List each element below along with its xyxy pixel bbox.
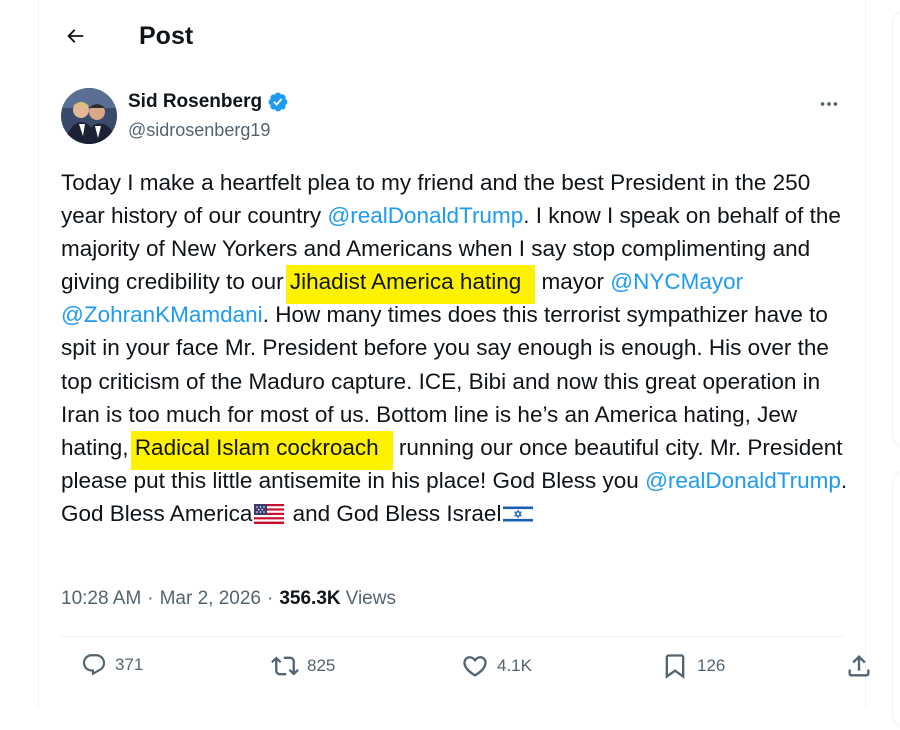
mention-link[interactable]: @realDonaldTrump <box>327 203 523 228</box>
sidebar-card <box>892 468 900 730</box>
like-icon <box>463 656 487 677</box>
bookmark-button[interactable]: 126 <box>661 652 725 680</box>
meta-separator: · <box>267 588 274 609</box>
bookmark-count: 126 <box>697 656 726 675</box>
highlighted-text: Jihadist America hating <box>285 265 536 305</box>
page-title: Post <box>139 22 194 50</box>
verified-badge-icon <box>267 91 289 113</box>
author-display-name[interactable]: Sid Rosenberg <box>128 90 262 114</box>
post-text-segment: and God Bless Israel <box>286 500 502 526</box>
highlighted-text: Radical Islam cockroach <box>130 430 393 470</box>
post-text: Today I make a heartfelt plea to my frie… <box>61 166 851 533</box>
avatar[interactable] <box>61 88 117 144</box>
avatar-image <box>61 88 117 144</box>
top-bar: Post <box>39 0 865 72</box>
views-count: 356.3K <box>279 588 341 609</box>
post-time[interactable]: 10:28 AM <box>61 586 141 612</box>
repost-icon <box>271 656 299 676</box>
reply-icon <box>82 654 106 676</box>
back-arrow-icon <box>67 29 84 43</box>
more-icon <box>820 102 838 106</box>
post-meta: 10:28 AM · Mar 2, 2026 · 356.3K Views <box>61 586 396 612</box>
post-date[interactable]: Mar 2, 2026 <box>160 586 261 612</box>
meta-separator: · <box>147 588 154 609</box>
repost-count: 825 <box>307 656 336 675</box>
views-label: Views <box>345 588 396 609</box>
share-button[interactable] <box>845 652 873 680</box>
repost-button[interactable]: 825 <box>271 652 335 680</box>
post-text-segment: mayor <box>535 269 611 295</box>
mention-link[interactable]: @ZohranKMamdani <box>61 302 263 327</box>
author-handle[interactable]: @sidrosenberg19 <box>128 118 270 142</box>
divider <box>61 636 845 637</box>
reply-count: 371 <box>115 655 144 674</box>
us-flag-emoji <box>254 500 285 533</box>
action-bar: 371 825 4.1K 126 <box>61 644 870 692</box>
right-sidebar-edge <box>876 0 900 730</box>
like-count: 4.1K <box>497 656 532 675</box>
reply-button[interactable]: 371 <box>81 652 143 678</box>
share-icon <box>848 655 870 677</box>
post-column: Post Sid Rosenberg @sidrosenberg19 Today… <box>38 0 870 708</box>
bookmark-icon <box>665 654 685 679</box>
sidebar-card <box>892 8 900 450</box>
author-name-row: Sid Rosenberg <box>128 90 289 114</box>
like-button[interactable]: 4.1K <box>461 652 532 680</box>
back-button[interactable] <box>57 18 93 54</box>
more-options-button[interactable] <box>811 90 847 118</box>
israel-flag-emoji <box>503 500 534 533</box>
mention-link[interactable]: @realDonaldTrump <box>645 468 841 493</box>
mention-link[interactable]: @NYCMayor <box>610 269 743 294</box>
